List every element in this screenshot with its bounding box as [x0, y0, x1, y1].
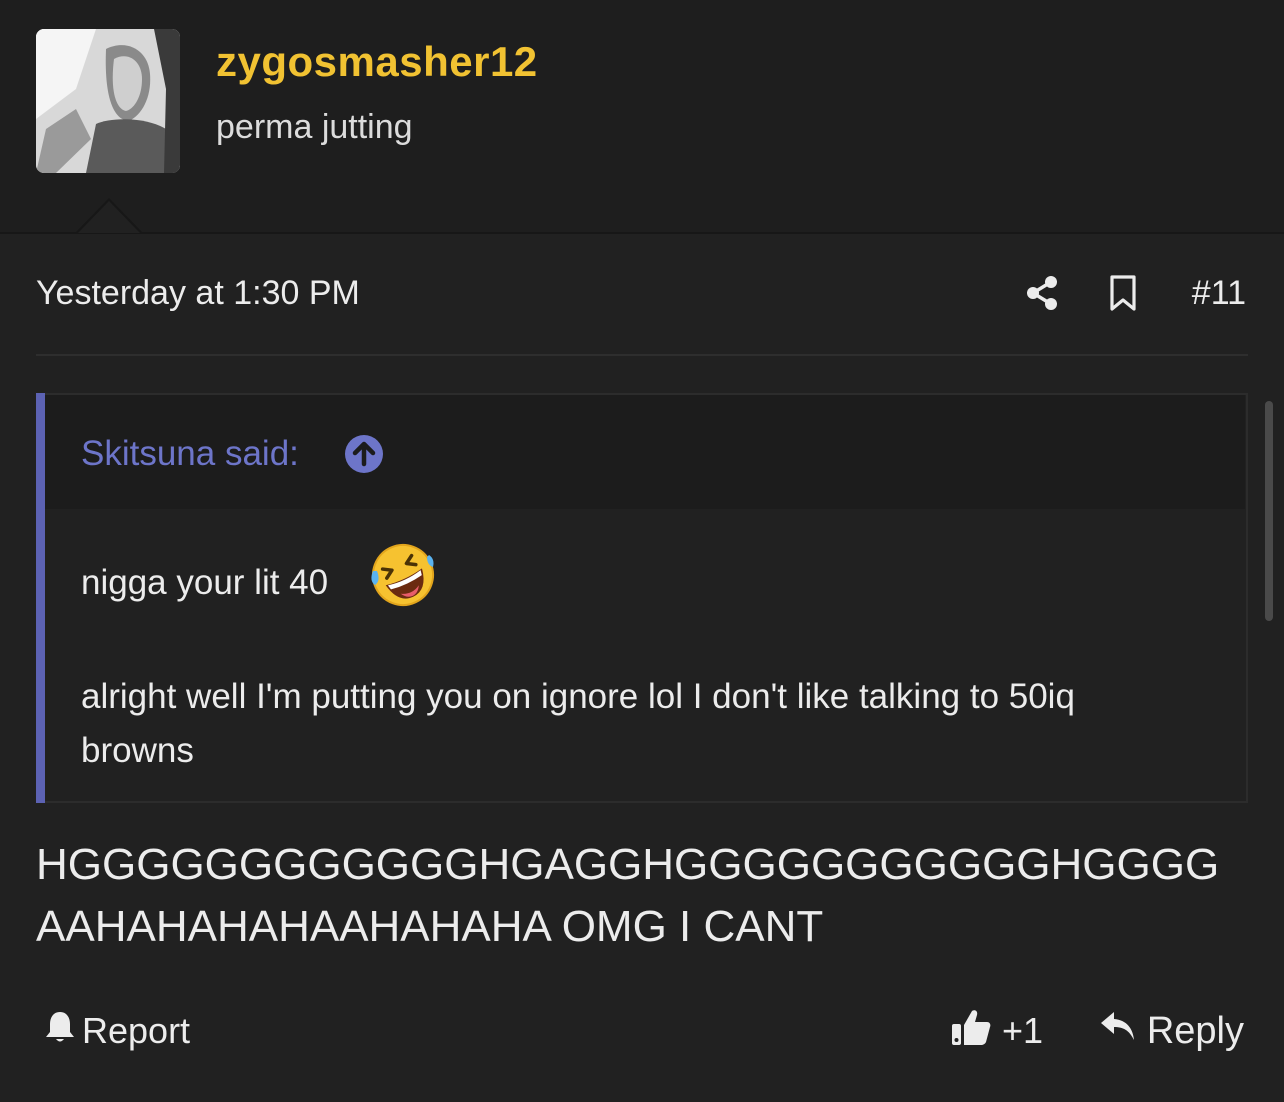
quote-accent-bar	[36, 393, 45, 803]
like-button[interactable]: +1	[950, 1005, 1043, 1057]
arrow-up-circle-icon[interactable]	[344, 434, 384, 474]
avatar[interactable]	[36, 29, 180, 173]
thumbs-up-icon	[950, 1007, 992, 1056]
post-body: HGGGGGGGGGGGGHGAGGHGGGGGGGGGGGHGGGGAAHAH…	[36, 840, 1220, 951]
scrollbar[interactable]	[1265, 401, 1273, 621]
divider	[36, 354, 1248, 356]
user-title: perma jutting	[216, 108, 413, 146]
report-label: Report	[82, 1010, 191, 1051]
share-icon[interactable]	[1024, 274, 1060, 312]
bell-icon	[44, 1009, 76, 1054]
quote-author[interactable]: Skitsuna said:	[81, 434, 299, 474]
post-number[interactable]: #11	[1192, 274, 1246, 313]
post-actions: Report +1 Reply	[36, 1005, 1248, 1057]
post-timestamp[interactable]: Yesterday at 1:30 PM	[36, 274, 360, 313]
reply-button[interactable]: Reply	[1099, 1005, 1244, 1057]
reply-label: Reply	[1146, 1009, 1244, 1052]
report-button[interactable]: Report	[44, 1005, 190, 1057]
like-count: +1	[1002, 1010, 1044, 1051]
post-meta: Yesterday at 1:30 PM #11	[36, 270, 1248, 320]
reply-arrow-icon	[1099, 1009, 1137, 1053]
rofl-emoji-icon	[369, 541, 437, 609]
quote-text-paragraph: alright well I'm putting you on ignore l…	[81, 677, 1075, 770]
bookmark-icon[interactable]	[1108, 274, 1138, 312]
post-header: zygosmasher12 perma jutting	[0, 0, 1284, 234]
username[interactable]: zygosmasher12	[216, 38, 538, 86]
quote-text-line: nigga your lit 40	[81, 563, 329, 602]
